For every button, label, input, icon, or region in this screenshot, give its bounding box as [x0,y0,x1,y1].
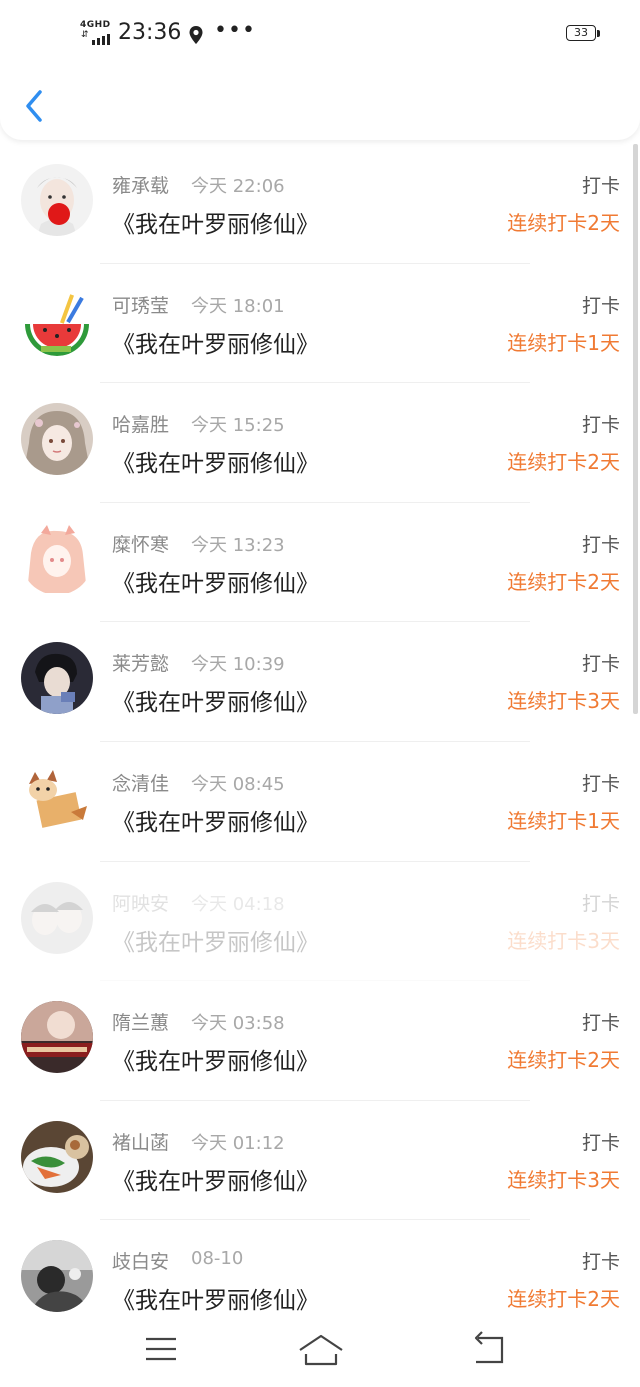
network-type: 4GHD [80,20,111,30]
battery-level: 33 [574,26,588,39]
checkin-time: 今天 03:58 [191,1013,285,1035]
checkin-time: 今天 10:39 [191,654,285,676]
checkin-tag: 打卡 [581,1131,620,1154]
list-item[interactable]: 褚山菡 今天 01:12 《我在叶罗丽修仙》 打卡 连续打卡3天 [0,1101,640,1221]
avatar[interactable] [21,1120,93,1193]
avatar[interactable] [21,283,93,356]
checkin-tag: 打卡 [581,175,620,197]
book-title: 《我在叶罗丽修仙》 [112,212,319,238]
checkin-time: 今天 01:12 [191,1132,285,1154]
checkin-list: 雍承载 今天 22:06 《我在叶罗丽修仙》 打卡 连续打卡2天 可琇莹 今天 … [0,144,640,1340]
streak-count: 连续打卡2天 [507,450,620,475]
user-name: 褚山菡 [112,1131,170,1154]
data-arrows-icon: ⇵ [81,30,89,40]
avatar[interactable] [21,164,93,236]
book-title: 《我在叶罗丽修仙》 [112,570,319,597]
streak-count: 连续打卡3天 [507,689,620,714]
checkin-time: 今天 13:23 [191,534,285,556]
avatar[interactable] [21,1240,93,1313]
user-name: 念清佳 [112,772,170,795]
list-item[interactable]: 莱芳懿 今天 10:39 《我在叶罗丽修仙》 打卡 连续打卡3天 [0,622,640,742]
clock-time: 23:36 [118,20,182,45]
avatar[interactable] [21,1001,93,1074]
user-name: 阿映安 [112,892,170,915]
book-title: 《我在叶罗丽修仙》 [112,809,319,836]
streak-count: 连续打卡1天 [507,330,620,355]
list-item[interactable]: 哈嘉胜 今天 15:25 《我在叶罗丽修仙》 打卡 连续打卡2天 [0,383,640,503]
streak-count: 连续打卡1天 [507,808,620,833]
book-title: 《我在叶罗丽修仙》 [112,1288,319,1315]
checkin-tag: 打卡 [581,294,620,317]
checkin-tag: 打卡 [581,772,620,795]
back-icon[interactable] [464,1324,514,1374]
checkin-time: 今天 15:25 [191,415,285,437]
book-title: 《我在叶罗丽修仙》 [112,1168,319,1195]
book-title: 《我在叶罗丽修仙》 [112,929,319,956]
checkin-time: 今天 22:06 [191,176,285,197]
streak-count: 连续打卡2天 [507,1287,620,1312]
system-nav-bar [0,1312,640,1387]
menu-icon[interactable] [136,1324,186,1374]
list-item[interactable]: 念清佳 今天 08:45 《我在叶罗丽修仙》 打卡 连续打卡1天 [0,742,640,862]
book-title: 《我在叶罗丽修仙》 [112,331,319,358]
checkin-tag: 打卡 [581,892,620,915]
book-title: 《我在叶罗丽修仙》 [112,1049,319,1076]
location-icon [189,26,203,44]
checkin-tag: 打卡 [581,653,620,676]
user-name: 哈嘉胜 [112,414,170,437]
list-item[interactable]: 雍承载 今天 22:06 《我在叶罗丽修仙》 打卡 连续打卡2天 [0,144,640,264]
home-icon[interactable] [296,1324,346,1374]
checkin-time: 今天 04:18 [191,893,285,915]
book-title: 《我在叶罗丽修仙》 [112,451,319,478]
user-name: 歧白安 [112,1251,170,1274]
checkin-tag: 打卡 [581,533,620,556]
checkin-time: 今天 08:45 [191,773,285,795]
avatar[interactable] [21,403,93,476]
book-title: 《我在叶罗丽修仙》 [112,690,319,717]
list-item[interactable]: 隋兰蕙 今天 03:58 《我在叶罗丽修仙》 打卡 连续打卡2天 [0,981,640,1101]
signal-icon [92,34,110,45]
avatar[interactable] [21,761,93,834]
chevron-left-icon[interactable] [18,86,52,126]
user-name: 可琇莹 [112,294,170,317]
more-dots-icon: ••• [214,18,256,43]
checkin-tag: 打卡 [581,414,620,437]
user-name: 莱芳懿 [112,653,170,676]
streak-count: 连续打卡2天 [507,569,620,594]
checkin-time: 08-10 [191,1248,244,1270]
battery-icon: 33 [566,25,600,43]
user-name: 隋兰蕙 [112,1012,170,1035]
streak-count: 连续打卡2天 [507,211,620,235]
avatar[interactable] [21,881,93,954]
avatar[interactable] [21,642,93,715]
status-bar: 4GHD ⇵ 23:36 ••• 33 [0,0,640,70]
checkin-tag: 打卡 [581,1012,620,1035]
checkin-tag: 打卡 [581,1251,620,1274]
streak-count: 连续打卡2天 [507,1048,620,1073]
streak-count: 连续打卡3天 [507,928,620,953]
list-item[interactable]: 可琇莹 今天 18:01 《我在叶罗丽修仙》 打卡 连续打卡1天 [0,264,640,384]
user-name: 雍承载 [112,175,170,197]
streak-count: 连续打卡3天 [507,1167,620,1192]
scrollbar[interactable] [633,144,638,714]
checkin-time: 今天 18:01 [191,295,285,317]
avatar[interactable] [21,522,93,595]
list-item[interactable]: 糜怀寒 今天 13:23 《我在叶罗丽修仙》 打卡 连续打卡2天 [0,503,640,623]
user-name: 糜怀寒 [112,533,170,556]
list-item[interactable]: 阿映安 今天 04:18 《我在叶罗丽修仙》 打卡 连续打卡3天 [0,862,640,982]
